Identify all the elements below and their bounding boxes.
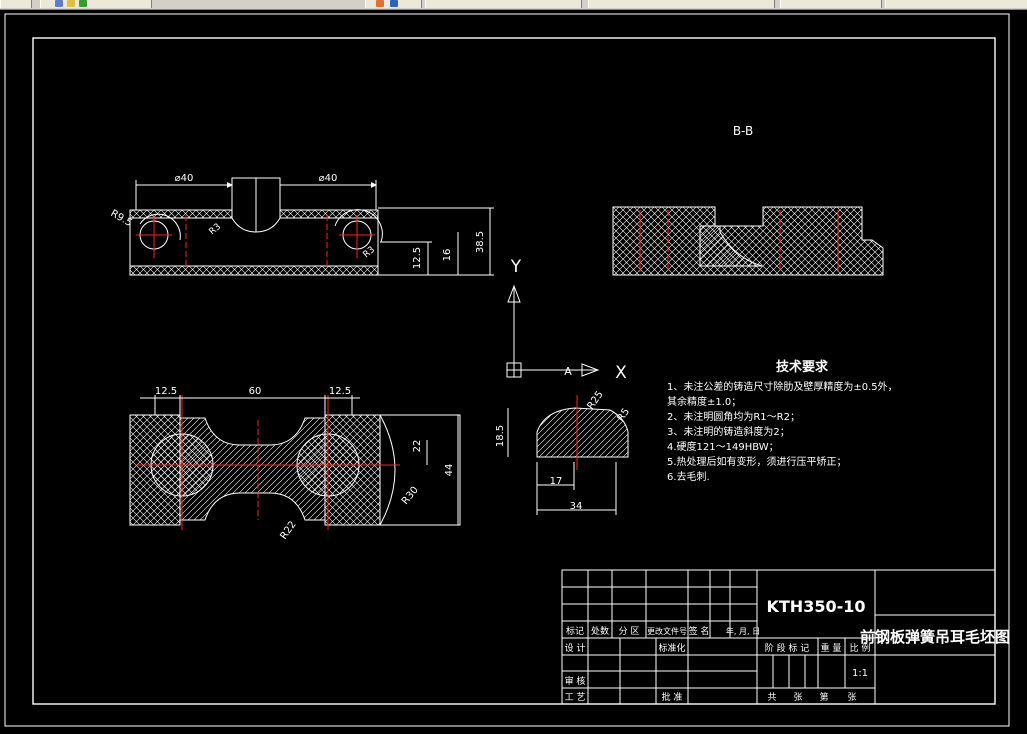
- cad-toolbar: [0, 0, 1027, 10]
- title-block-text: KTH350-10 前钢板弹簧吊耳毛坯图 1:1 标记 处数 分 区 更改文件号…: [565, 597, 1010, 703]
- section-label: B-B: [733, 124, 753, 138]
- dim-w1: 12.5: [155, 386, 177, 397]
- label-gongyi: 工 艺: [565, 692, 586, 703]
- label-gengwai: 更改文件号: [647, 626, 687, 636]
- dim-w3: 12.5: [329, 386, 351, 397]
- label-pizhun: 批 准: [662, 691, 683, 703]
- label-date: 年, 月, 日: [726, 626, 760, 636]
- axis-a-label: A: [564, 365, 572, 378]
- label-chushu: 处数: [591, 625, 609, 637]
- match-icon: [376, 0, 384, 7]
- dim-pr2: R22: [278, 519, 298, 541]
- sun-icon: [67, 0, 75, 7]
- style-icon[interactable]: [425, 0, 582, 8]
- note-line: 其余精度±1.0；: [667, 395, 741, 408]
- dim-r2: R3: [208, 222, 224, 237]
- axis-x-label: X: [615, 363, 627, 383]
- label-di: 第: [819, 691, 828, 703]
- note-line: 6.去毛刺.: [667, 471, 710, 483]
- text-style-icon[interactable]: [588, 0, 775, 8]
- label-qianming: 签 名: [689, 625, 710, 637]
- lock-icon: [79, 0, 87, 7]
- dim-sw2: 34: [570, 501, 583, 512]
- axis-y-label: Y: [510, 257, 522, 277]
- dim-pr1: R30: [400, 485, 421, 507]
- layer-state-icon: [55, 0, 63, 7]
- dim-ph2: 44: [444, 464, 455, 477]
- note-line: 5.热处理后如有变形，须进行压平矫正；: [667, 455, 847, 468]
- properties-icon[interactable]: [365, 0, 422, 8]
- label-zhongliang: 重 量: [821, 642, 842, 654]
- label-shenhe: 审 核: [565, 675, 586, 687]
- dim-sr1: R25: [585, 389, 605, 411]
- label-zhang2: 张: [847, 692, 856, 703]
- scale-value: 1:1: [852, 668, 868, 679]
- label-zhang: 张: [793, 692, 802, 703]
- dim-ph1: 22: [412, 440, 423, 453]
- ucs-axis-icon: Y X A: [506, 257, 627, 383]
- dim-d1: ⌀40: [175, 173, 194, 184]
- lineweight-icon[interactable]: [885, 0, 1027, 8]
- part-name: 前钢板弹簧吊耳毛坯图: [860, 628, 1010, 646]
- label-bili: 比 例: [850, 642, 871, 654]
- front-section-view: ⌀40 ⌀40 R9.5 R3 R3 12.5 16 38.5: [109, 173, 494, 276]
- drawing-number: KTH350-10: [766, 597, 865, 616]
- dim-h3: 38.5: [475, 231, 486, 253]
- technical-notes: 技术要求 1、未注公差的铸造尺寸除肋及壁厚精度为±0.5外， 其余精度±1.0；…: [667, 359, 898, 483]
- dim-d2: ⌀40: [319, 173, 338, 184]
- label-biaozhunhua: 标准化: [658, 642, 685, 654]
- dim-h2: 16: [442, 249, 453, 262]
- layer-icon[interactable]: [40, 0, 152, 8]
- notes-title: 技术要求: [776, 359, 829, 375]
- plan-view: 12.5 60 12.5 22 44 R30 R22: [129, 386, 461, 542]
- label-fenqu: 分 区: [619, 626, 640, 637]
- dim-h1: 12.5: [412, 247, 423, 269]
- dimension-style-icon[interactable]: [780, 0, 882, 8]
- section-bb-view: B-B: [612, 124, 884, 276]
- layers-icon: [390, 0, 398, 7]
- note-line: 2、未注明圆角均为R1～R2；: [667, 410, 800, 423]
- drawing-canvas[interactable]: ⌀40 ⌀40 R9.5 R3 R3 12.5 16 38.5 B-B Y X …: [0, 10, 1027, 734]
- label-biaoji: 标记: [566, 625, 584, 637]
- dim-sh: 18.5: [495, 425, 506, 447]
- small-section-view: 17 34 18.5 R25 R5: [495, 389, 632, 515]
- label-sheji: 设 计: [565, 642, 586, 654]
- new-icon[interactable]: [0, 0, 32, 8]
- label-jieduan: 阶 段 标 记: [765, 642, 810, 654]
- note-line: 3、未注明的铸造斜度为2；: [667, 425, 790, 438]
- note-line: 4.硬度121～149HBW；: [667, 440, 779, 453]
- dim-w2: 60: [249, 386, 262, 397]
- label-gong: 共: [767, 692, 776, 703]
- note-line: 1、未注公差的铸造尺寸除肋及壁厚精度为±0.5外，: [667, 380, 898, 393]
- dim-sw1: 17: [550, 476, 563, 487]
